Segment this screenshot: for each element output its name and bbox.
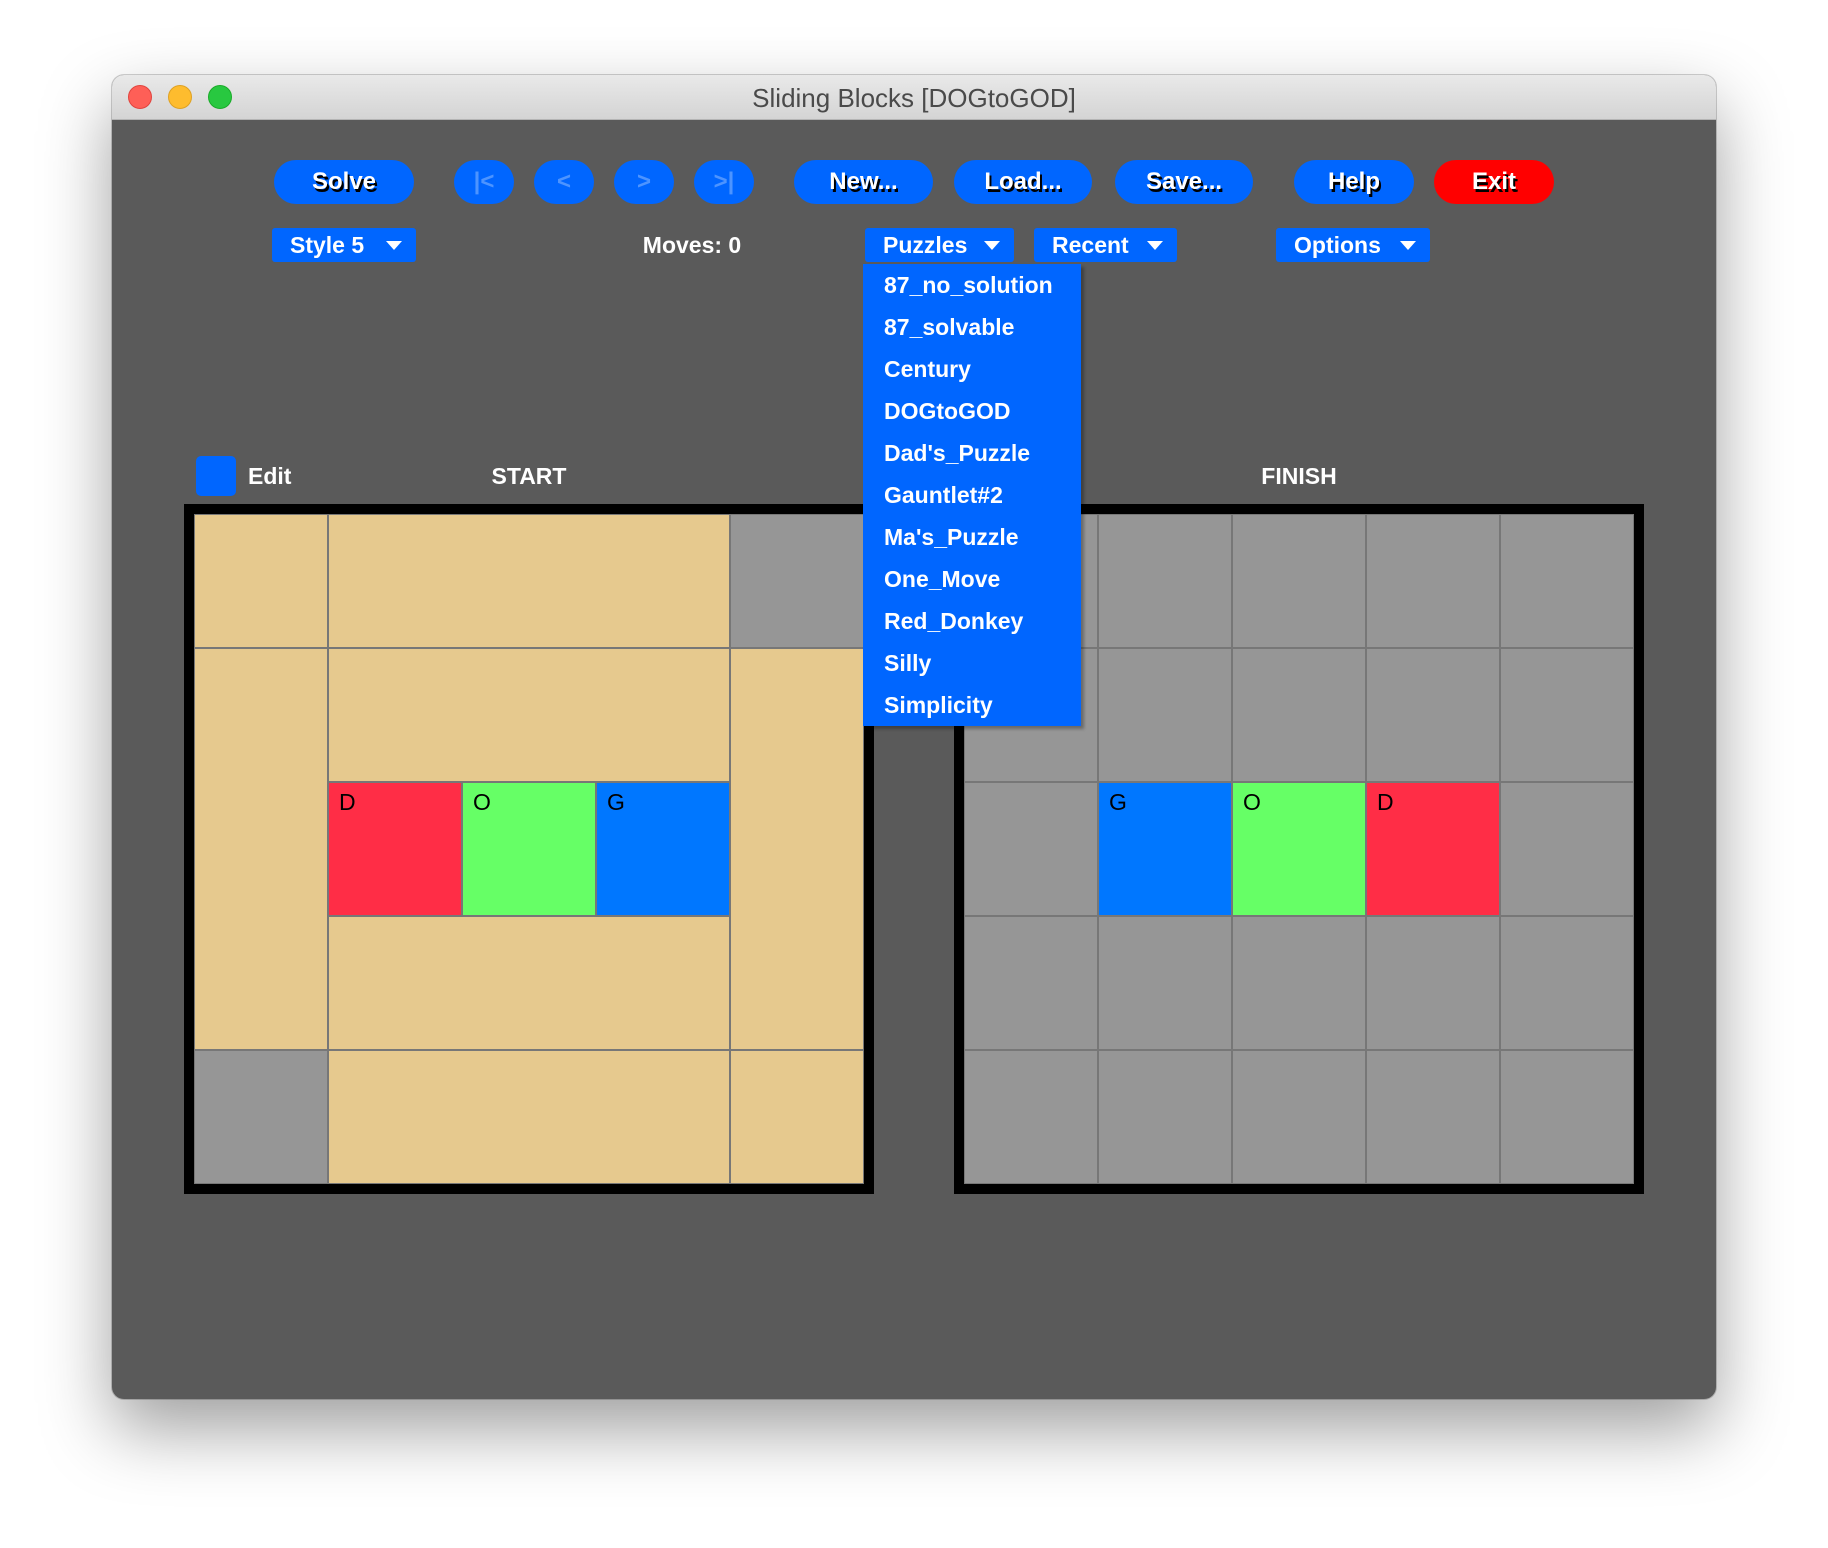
app-window: Sliding Blocks [DOGtoGOD] Solve |< < > >…: [112, 75, 1716, 1399]
empty-cell: [1500, 916, 1634, 1050]
empty-cell: [964, 1050, 1098, 1184]
empty-cell: [1098, 1050, 1232, 1184]
start-board[interactable]: DOG: [184, 504, 874, 1194]
style-dropdown[interactable]: Style 5: [272, 228, 416, 262]
title-bar: Sliding Blocks [DOGtoGOD]: [112, 75, 1716, 120]
chevron-down-icon: [984, 241, 1000, 250]
block-g[interactable]: G: [596, 782, 730, 916]
last-move-button[interactable]: >|: [694, 160, 754, 204]
chevron-down-icon: [1147, 241, 1163, 250]
block-label: D: [339, 789, 356, 815]
puzzles-menu-item[interactable]: Silly: [863, 642, 1081, 684]
puzzles-menu-item[interactable]: One_Move: [863, 558, 1081, 600]
puzzles-menu: 87_no_solution 87_solvable Century DOGtoGOD…: [863, 264, 1081, 726]
block[interactable]: [328, 916, 730, 1050]
block-label: O: [1243, 789, 1261, 815]
puzzles-menu-item[interactable]: 87_no_solution: [863, 264, 1081, 306]
block-label: G: [607, 789, 625, 815]
block-label: G: [1109, 789, 1127, 815]
empty-cell: [1232, 916, 1366, 1050]
puzzles-menu-item[interactable]: Gauntlet#2: [863, 474, 1081, 516]
puzzles-menu-item[interactable]: Century: [863, 348, 1081, 390]
block-o[interactable]: O: [1232, 782, 1366, 916]
empty-cell: [1232, 1050, 1366, 1184]
moves-counter: Moves: 0: [642, 232, 742, 258]
solve-button[interactable]: Solve: [274, 160, 414, 204]
block-g[interactable]: G: [1098, 782, 1232, 916]
puzzles-menu-item[interactable]: DOGtoGOD: [863, 390, 1081, 432]
puzzles-menu-item[interactable]: Ma's_Puzzle: [863, 516, 1081, 558]
next-move-button[interactable]: >: [614, 160, 674, 204]
window-title: Sliding Blocks [DOGtoGOD]: [752, 83, 1076, 113]
block-label: O: [473, 789, 491, 815]
puzzles-menu-item[interactable]: 87_solvable: [863, 306, 1081, 348]
empty-cell: [1500, 782, 1634, 916]
help-button[interactable]: Help: [1294, 160, 1414, 204]
block[interactable]: [328, 648, 730, 782]
main-content: Solve |< < > >| New... Load... Save... H…: [112, 120, 1716, 1399]
empty-cell: [730, 514, 864, 648]
block-d[interactable]: D: [328, 782, 462, 916]
puzzles-menu-item[interactable]: Dad's_Puzzle: [863, 432, 1081, 474]
options-dropdown[interactable]: Options: [1276, 228, 1430, 262]
empty-cell: [1098, 916, 1232, 1050]
first-move-button[interactable]: |<: [454, 160, 514, 204]
block[interactable]: [194, 514, 328, 648]
block[interactable]: [730, 1050, 864, 1184]
puzzles-menu-item[interactable]: Simplicity: [863, 684, 1081, 726]
empty-cell: [1366, 648, 1500, 782]
options-dropdown-label: Options: [1294, 232, 1381, 258]
save-button[interactable]: Save...: [1115, 160, 1253, 204]
new-button[interactable]: New...: [794, 160, 933, 204]
puzzles-dropdown-label: Puzzles: [883, 232, 968, 258]
chevron-down-icon: [386, 241, 402, 250]
empty-cell: [1366, 514, 1500, 648]
block[interactable]: [194, 648, 328, 1050]
empty-cell: [1098, 648, 1232, 782]
empty-cell: [964, 916, 1098, 1050]
empty-cell: [1232, 648, 1366, 782]
puzzles-dropdown[interactable]: Puzzles: [865, 228, 1014, 262]
recent-dropdown-label: Recent: [1052, 232, 1129, 258]
empty-cell: [194, 1050, 328, 1184]
empty-cell: [1500, 648, 1634, 782]
block[interactable]: [730, 648, 864, 1050]
block-d[interactable]: D: [1366, 782, 1500, 916]
puzzles-menu-item[interactable]: Red_Donkey: [863, 600, 1081, 642]
block-o[interactable]: O: [462, 782, 596, 916]
empty-cell: [1500, 1050, 1634, 1184]
block[interactable]: [328, 514, 730, 648]
previous-move-button[interactable]: <: [534, 160, 594, 204]
empty-cell: [1500, 514, 1634, 648]
empty-cell: [1366, 1050, 1500, 1184]
exit-button[interactable]: Exit: [1434, 160, 1554, 204]
recent-dropdown[interactable]: Recent: [1034, 228, 1177, 262]
empty-cell: [1232, 514, 1366, 648]
start-board-label: START: [491, 463, 567, 489]
empty-cell: [964, 782, 1098, 916]
load-button[interactable]: Load...: [954, 160, 1092, 204]
block[interactable]: [328, 1050, 730, 1184]
empty-cell: [1366, 916, 1500, 1050]
chevron-down-icon: [1400, 241, 1416, 250]
block-label: D: [1377, 789, 1394, 815]
style-dropdown-label: Style 5: [290, 232, 365, 258]
empty-cell: [1098, 514, 1232, 648]
